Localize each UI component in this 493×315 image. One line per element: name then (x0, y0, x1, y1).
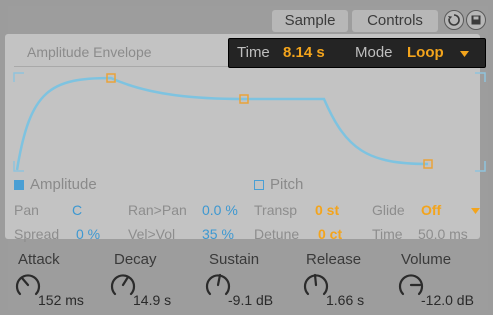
detune-label: Detune (254, 226, 300, 242)
pan-value[interactable]: C (72, 202, 82, 218)
ran-pan-label: Ran>Pan (128, 202, 187, 218)
time-value: 8.14 s (283, 44, 325, 61)
transp-value[interactable]: 0 st (315, 202, 339, 218)
sustain-value: -9.1 dB (228, 292, 274, 308)
time-param-label: Time (372, 226, 403, 242)
glide-label: Glide (372, 202, 405, 218)
amplitude-checkbox[interactable] (14, 180, 24, 190)
spread-value[interactable]: 0 % (76, 226, 100, 242)
decay-value: 14.9 s (133, 292, 172, 308)
pitch-label: Pitch (270, 176, 304, 193)
sustain-label: Sustain (209, 251, 260, 268)
triangle-down-icon[interactable] (460, 51, 469, 57)
decay-label: Decay (114, 251, 157, 268)
mode-value[interactable]: Loop (407, 44, 444, 61)
envelope-curve (15, 76, 429, 171)
mode-label: Mode (355, 44, 393, 61)
pitch-checkbox[interactable] (254, 180, 264, 190)
corner-markers (13, 72, 486, 172)
glide-value[interactable]: Off (421, 202, 441, 218)
envelope-tooltip: Time 8.14 s Mode Loop (228, 38, 486, 68)
spread-label: Spread (14, 226, 60, 242)
release-value: 1.66 s (326, 292, 365, 308)
triangle-down-icon[interactable] (471, 208, 480, 214)
time-label: Time (237, 44, 270, 61)
vel-vol-label: Vel>Vol (128, 226, 176, 242)
volume-label: Volume (401, 251, 452, 268)
attack-label: Attack (18, 251, 60, 268)
pan-label: Pan (14, 202, 39, 218)
time-param-value[interactable]: 50.0 ms (418, 226, 468, 242)
attack-value: 152 ms (38, 292, 84, 308)
transp-label: Transp (254, 202, 298, 218)
detune-value[interactable]: 0 ct (318, 226, 342, 242)
volume-value: -12.0 dB (421, 292, 474, 308)
ran-pan-value[interactable]: 0.0 % (202, 202, 238, 218)
vel-vol-value[interactable]: 35 % (202, 226, 234, 242)
amplitude-label: Amplitude (30, 176, 97, 193)
release-label: Release (306, 251, 362, 268)
